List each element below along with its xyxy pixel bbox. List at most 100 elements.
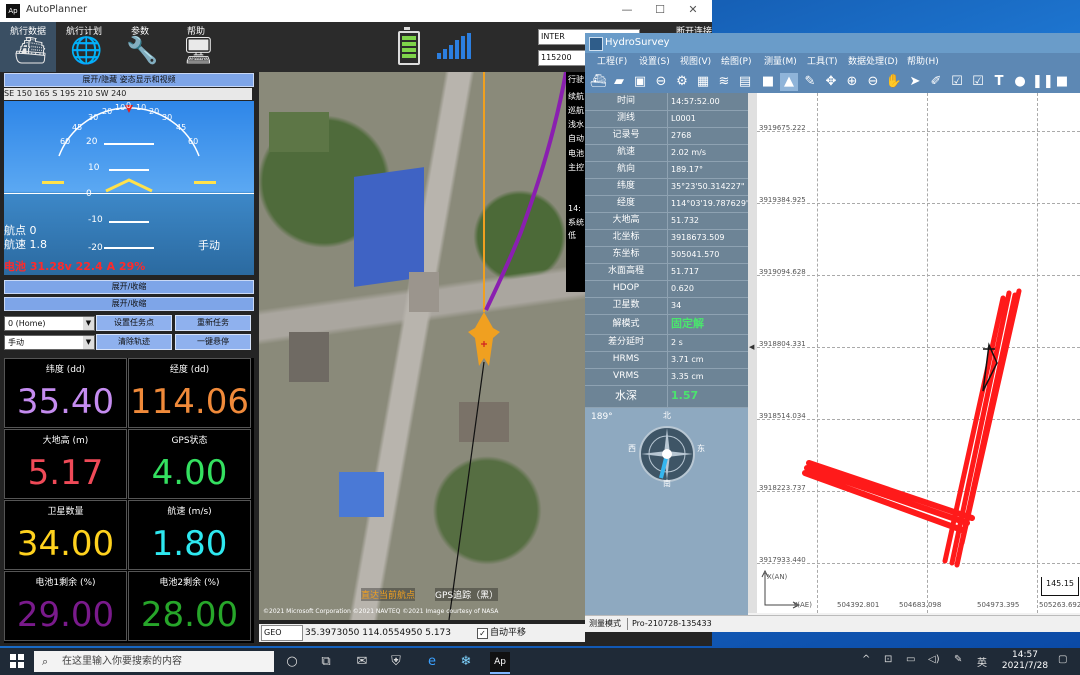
menu-flight-data[interactable]: 航行数据 ⛴ bbox=[0, 22, 56, 72]
menu-data-processing[interactable]: 数据处理(D) bbox=[848, 53, 898, 71]
minimize-button[interactable]: — bbox=[612, 3, 642, 16]
telemetry-cell[interactable]: 纬度 (dd) 35.40 bbox=[4, 358, 127, 428]
pointer-icon[interactable]: ➤ bbox=[906, 73, 924, 91]
close-button[interactable]: ✕ bbox=[678, 3, 708, 16]
pen-workspace-icon[interactable]: ✎ bbox=[954, 654, 962, 665]
tray-expand-icon[interactable]: ^ bbox=[862, 654, 870, 665]
info-key: 解模式 bbox=[612, 319, 640, 329]
info-row: 记录号 2768 bbox=[585, 127, 748, 145]
wing-marker-right bbox=[194, 181, 216, 184]
hydrosurvey-window: HydroSurvey 工程(F) 设置(S) 视图(V) 绘图(P) 测量(M… bbox=[585, 33, 1080, 632]
hand-icon[interactable]: ✋ bbox=[885, 73, 903, 91]
menu-help[interactable]: 帮助(H) bbox=[907, 53, 939, 71]
zoom-in-icon[interactable]: ⊕ bbox=[843, 73, 861, 91]
network-icon[interactable]: ▭ bbox=[906, 654, 915, 665]
coord-system-select[interactable]: GEO bbox=[261, 625, 303, 641]
pen-icon[interactable]: ✐ bbox=[927, 73, 945, 91]
ship-icon[interactable]: ⛴ bbox=[589, 73, 607, 91]
info-value: 14:57:52.00 bbox=[667, 93, 747, 110]
menu-help[interactable]: 帮助 🖥 bbox=[168, 22, 224, 72]
fit-icon[interactable]: ✥ bbox=[822, 73, 840, 91]
video-icon[interactable]: ■ bbox=[759, 73, 777, 91]
folder-icon[interactable]: ▰ bbox=[610, 73, 628, 91]
menu-params[interactable]: 参数 🔧 bbox=[112, 22, 168, 72]
telemetry-cell[interactable]: 经度 (dd) 114.06 bbox=[128, 358, 251, 428]
telemetry-label: GPS状态 bbox=[171, 436, 208, 446]
info-key: 时间 bbox=[616, 96, 635, 106]
hover-button[interactable]: 一键悬停 bbox=[175, 334, 251, 350]
save-icon[interactable]: ▣ bbox=[631, 73, 649, 91]
waypoint-select[interactable]: 0 (Home) ▼ bbox=[4, 316, 95, 331]
toggle-panel[interactable]: 展开/收缩 bbox=[4, 280, 254, 294]
hydrosurvey-statusbar: 测量模式 Pro-210728-135433 bbox=[585, 615, 1080, 632]
status-line: 巡航 bbox=[568, 106, 584, 115]
system-clock[interactable]: 14:57 2021/7/28 bbox=[996, 650, 1054, 672]
telemetry-cell[interactable]: 大地高 (m) 5.17 bbox=[4, 429, 127, 499]
edge-icon[interactable]: e bbox=[422, 652, 442, 672]
menu-flight-plan[interactable]: 航行计划 🌐 bbox=[56, 22, 112, 72]
menu-settings[interactable]: 设置(S) bbox=[639, 53, 670, 71]
mail-icon[interactable]: ✉ bbox=[352, 652, 372, 672]
text-icon[interactable]: T bbox=[990, 73, 1008, 91]
set-waypoint-button[interactable]: 设置任务点 bbox=[96, 315, 172, 331]
stop-icon[interactable]: ■ bbox=[1053, 73, 1071, 91]
clear-track-button[interactable]: 清除轨迹 bbox=[96, 334, 172, 350]
volume-icon[interactable]: ◁) bbox=[928, 654, 940, 665]
record-icon[interactable]: ● bbox=[1011, 73, 1029, 91]
image-icon[interactable]: ▦ bbox=[694, 73, 712, 91]
baud-select[interactable]: 115200 bbox=[538, 50, 592, 66]
telemetry-cell[interactable]: 电池1剩余 (%) 29.00 bbox=[4, 571, 127, 641]
taskbar-search[interactable]: ⌕ 在这里输入你要搜索的内容 bbox=[34, 651, 274, 672]
auto-pan-checkbox[interactable]: ✓ bbox=[477, 628, 488, 639]
zoom-out-icon[interactable]: ⊖ bbox=[864, 73, 882, 91]
telemetry-cell[interactable]: 航速 (m/s) 1.80 bbox=[128, 500, 251, 570]
tray-app-icon[interactable]: ⊡ bbox=[884, 654, 892, 665]
gear-icon[interactable]: ⚙ bbox=[673, 73, 691, 91]
cortana-icon[interactable]: ○ bbox=[282, 652, 302, 672]
menu-tools[interactable]: 工具(T) bbox=[807, 53, 838, 71]
globe-icon: 🌐 bbox=[70, 36, 103, 66]
autoplanner-titlebar[interactable]: Ap AutoPlanner — ☐ ✕ bbox=[0, 0, 712, 22]
toggle-attitude-video[interactable]: 展开/隐藏 姿态显示和视频 bbox=[4, 73, 254, 87]
notification-icon[interactable]: ▢ bbox=[1058, 654, 1067, 665]
task-view-icon[interactable]: ⧉ bbox=[316, 652, 336, 672]
hydrosurvey-titlebar[interactable]: HydroSurvey bbox=[585, 33, 1080, 53]
form-icon[interactable]: ☑ bbox=[948, 73, 966, 91]
menu-view[interactable]: 视图(V) bbox=[680, 53, 711, 71]
maximize-button[interactable]: ☐ bbox=[645, 3, 675, 16]
windows-start-icon[interactable] bbox=[10, 654, 24, 668]
panel-splitter[interactable]: ◀ bbox=[748, 93, 757, 613]
form2-icon[interactable]: ☑ bbox=[969, 73, 987, 91]
shield-app-icon[interactable]: ⛨ bbox=[386, 652, 406, 672]
menu-measure[interactable]: 测量(M) bbox=[764, 53, 797, 71]
roll-label: 30 bbox=[162, 113, 173, 122]
info-key: 测线 bbox=[616, 113, 635, 123]
wave-icon[interactable]: ≋ bbox=[715, 73, 733, 91]
ime-indicator[interactable]: 英 bbox=[977, 654, 987, 669]
toggle-panel[interactable]: 展开/收缩 bbox=[4, 297, 254, 311]
link-icon[interactable]: ⊖ bbox=[652, 73, 670, 91]
restart-mission-button[interactable]: 重新任务 bbox=[175, 315, 251, 331]
telemetry-cell[interactable]: 卫星数量 34.00 bbox=[4, 500, 127, 570]
info-value: 51.717 bbox=[667, 263, 747, 280]
gps-track bbox=[448, 72, 568, 620]
gps-legend-label: GPS追踪（黑） bbox=[435, 588, 499, 601]
satellite-map[interactable]: 直达当前航点 GPS追踪（黑） ©2021 Microsoft Corporat… bbox=[259, 72, 585, 620]
compass-south: 南 bbox=[663, 479, 671, 488]
mode-select[interactable]: 手动 ▼ bbox=[4, 335, 95, 350]
attitude-indicator: 60 45 30 20 10 0 10 20 30 45 60 20 10 0 … bbox=[4, 101, 254, 275]
edit-icon[interactable]: ✎ bbox=[801, 73, 819, 91]
note-icon[interactable]: ▤ bbox=[736, 73, 754, 91]
survey-plot[interactable]: 3919675.222 3919384.925 3919094.628 3918… bbox=[757, 93, 1080, 613]
autoplanner-taskbar-icon[interactable]: Ap bbox=[490, 652, 510, 674]
survey-icon[interactable]: ▲ bbox=[780, 73, 798, 91]
telemetry-cell[interactable]: 电池2剩余 (%) 28.00 bbox=[128, 571, 251, 641]
menu-draw[interactable]: 绘图(P) bbox=[721, 53, 751, 71]
telemetry-cell[interactable]: GPS状态 4.00 bbox=[128, 429, 251, 499]
menu-project[interactable]: 工程(F) bbox=[597, 53, 627, 71]
survey-info-table: 时间 14:57:52.00 测线 L0001 记录号 2768 航速 2.02 m/s… bbox=[585, 93, 750, 408]
pause-icon[interactable]: ❚❚ bbox=[1032, 73, 1054, 91]
snowflake-app-icon[interactable]: ❄ bbox=[456, 652, 476, 672]
info-row: 大地高 51.732 bbox=[585, 212, 748, 230]
info-value: 固定解 bbox=[667, 314, 747, 334]
